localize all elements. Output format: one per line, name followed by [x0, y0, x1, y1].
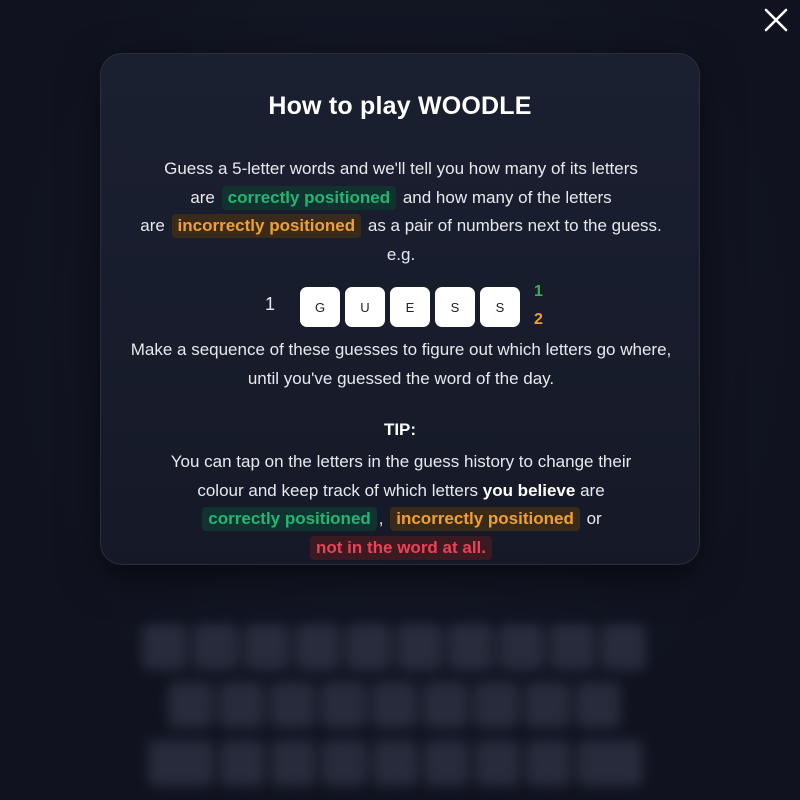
keyboard-key — [499, 624, 544, 670]
keyboard-key — [270, 682, 315, 728]
intro-are: are — [140, 216, 165, 235]
keyboard-key-backspace — [577, 740, 643, 786]
guess-tiles: G U E S S — [300, 287, 520, 327]
tip-text: You can tap on the letters in the guess … — [121, 448, 681, 562]
keyboard-key — [271, 740, 316, 786]
letter-tile: S — [480, 287, 520, 327]
tip-you-believe: you believe — [482, 480, 576, 500]
keyboard-row — [142, 624, 646, 670]
intro-mid: and how many of the letters — [402, 187, 612, 207]
letter-tile: G — [300, 287, 340, 327]
correct-count: 1 — [534, 283, 543, 300]
keyboard-key — [550, 624, 595, 670]
example-guess-row: 1 G U E S S 1 2 — [101, 282, 699, 334]
close-icon — [764, 8, 788, 32]
keyboard-key — [193, 624, 238, 670]
keyboard-row — [168, 682, 621, 728]
tip-line-1: You can tap on the letters in the guess … — [170, 452, 632, 471]
keyboard-key — [423, 682, 468, 728]
keyboard-key — [424, 740, 469, 786]
keyboard-key — [526, 740, 571, 786]
keyboard-row — [148, 740, 643, 786]
keyboard-key — [474, 682, 519, 728]
tip-or: or — [586, 509, 602, 528]
guess-row-number: 1 — [265, 294, 276, 314]
letter-tile: S — [435, 287, 475, 327]
correctly-positioned-highlight: correctly positioned — [221, 185, 397, 210]
letter-tile: U — [345, 287, 385, 327]
keyboard-key — [601, 624, 646, 670]
keyboard-key — [295, 624, 340, 670]
tip-comma: , — [378, 509, 384, 528]
tip-title: TIP: — [383, 420, 417, 439]
keyboard-key — [219, 682, 264, 728]
tip-incorrectly-positioned-highlight: incorrectly positioned — [390, 507, 580, 531]
intro-line-1: Guess a 5-letter words and we'll tell yo… — [164, 159, 638, 178]
keyboard-key — [373, 740, 418, 786]
intro-eg: e.g. — [386, 244, 416, 264]
sequence-text: Make a sequence of these guesses to figu… — [130, 340, 672, 388]
tip-line-2-start: colour and keep track of which letters — [197, 480, 478, 500]
incorrect-count: 2 — [534, 311, 543, 328]
keyboard-key — [321, 682, 366, 728]
keyboard-key — [525, 682, 570, 728]
keyboard-key-enter — [148, 740, 214, 786]
tip-are: are — [580, 480, 605, 500]
intro-tail: as a pair of numbers next to the guess. — [367, 216, 662, 235]
keyboard-key — [576, 682, 621, 728]
modal-title: How to play WOODLE — [268, 92, 532, 120]
how-to-play-modal: How to play WOODLE Guess a 5-letter word… — [100, 53, 700, 565]
keyboard-key — [448, 624, 493, 670]
page: How to play WOODLE Guess a 5-letter word… — [0, 0, 800, 800]
tip-correctly-positioned-highlight: correctly positioned — [202, 507, 377, 531]
intro-are: are — [190, 187, 215, 207]
letter-tile: E — [390, 287, 430, 327]
keyboard-key — [397, 624, 442, 670]
keyboard-key — [475, 740, 520, 786]
tip-not-in-word-highlight: not in the word at all. — [310, 535, 492, 560]
keyboard-key — [372, 682, 417, 728]
keyboard-key — [244, 624, 289, 670]
keyboard-key — [142, 624, 187, 670]
keyboard-key — [220, 740, 265, 786]
keyboard-key — [346, 624, 391, 670]
intro-text: Guess a 5-letter words and we'll tell yo… — [121, 155, 681, 269]
incorrectly-positioned-highlight: incorrectly positioned — [171, 214, 362, 238]
keyboard-key — [168, 682, 213, 728]
keyboard-key — [322, 740, 367, 786]
close-button[interactable] — [760, 4, 792, 36]
